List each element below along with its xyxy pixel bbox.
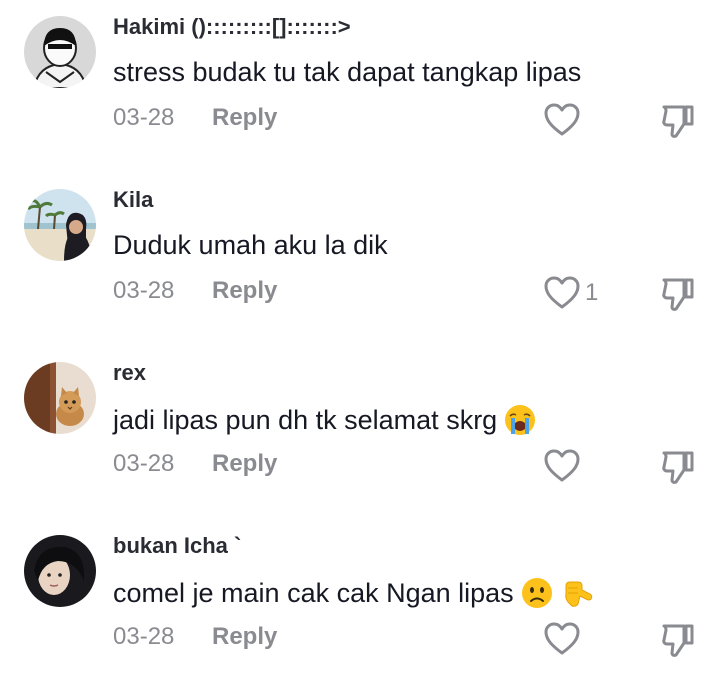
reply-button[interactable]: Reply xyxy=(212,277,277,305)
thumbs-down-icon xyxy=(662,451,694,484)
crying-face-emoji xyxy=(505,405,536,435)
thumbs-down-icon xyxy=(662,624,694,657)
like-button[interactable] xyxy=(543,621,585,657)
like-button[interactable] xyxy=(543,448,585,484)
thumbs-down-icon xyxy=(662,105,694,138)
dislike-button[interactable] xyxy=(660,448,696,491)
comment-text-content: Duduk umah aku la dik xyxy=(113,230,388,260)
comment-date: 03-28 xyxy=(113,104,175,131)
comment-text-content: comel je main cak cak Ngan lipas xyxy=(113,577,514,608)
comment-text: stress budak tu tak dapat tangkap lipas xyxy=(113,57,581,88)
comment-username[interactable]: Kila xyxy=(113,187,153,213)
heart-outline-icon xyxy=(544,449,580,482)
pointing-hand-emoji xyxy=(564,581,592,607)
beach-photo-avatar[interactable] xyxy=(24,189,96,261)
comment-item: rex jadi lipas pun dh tk selamat skrg 03… xyxy=(0,346,720,519)
comment-username[interactable]: Hakimi ():::::::::[]:::::::> xyxy=(113,14,351,40)
reply-button[interactable]: Reply xyxy=(212,623,277,651)
masked-person-avatar[interactable] xyxy=(24,16,96,88)
heart-outline-icon xyxy=(544,103,580,136)
comment-text: comel je main cak cak Ngan lipas xyxy=(113,576,594,610)
comment-item: bukan Icha ` comel je main cak cak Ngan … xyxy=(0,519,720,692)
comment-username[interactable]: bukan Icha ` xyxy=(113,533,241,559)
comment-text-content: jadi lipas pun dh tk selamat skrg xyxy=(113,404,498,435)
comment-text: jadi lipas pun dh tk selamat skrg xyxy=(113,403,537,437)
comment-username[interactable]: rex xyxy=(113,360,146,386)
dislike-button[interactable] xyxy=(660,275,696,318)
heart-outline-icon xyxy=(544,276,580,309)
cat-photo-avatar[interactable] xyxy=(24,362,96,434)
dislike-button[interactable] xyxy=(660,621,696,664)
like-count: 1 xyxy=(585,279,599,306)
comment-date: 03-28 xyxy=(113,450,175,477)
reply-button[interactable]: Reply xyxy=(212,450,277,478)
like-button[interactable] xyxy=(543,102,585,138)
comment-text: Duduk umah aku la dik xyxy=(113,230,388,261)
dislike-button[interactable] xyxy=(660,102,696,145)
thumbs-down-icon xyxy=(662,278,694,311)
comment-item: Hakimi ():::::::::[]:::::::> stress buda… xyxy=(0,0,720,173)
reply-button[interactable]: Reply xyxy=(212,104,277,132)
worried-face-emoji xyxy=(521,578,552,608)
comment-text-content: stress budak tu tak dapat tangkap lipas xyxy=(113,57,582,87)
comment-item: Kila Duduk umah aku la dik 03-28 Reply 1 xyxy=(0,173,720,346)
comment-date: 03-28 xyxy=(113,277,175,304)
like-button[interactable]: 1 xyxy=(543,275,598,311)
heart-outline-icon xyxy=(544,622,580,655)
comment-date: 03-28 xyxy=(113,623,175,650)
person-photo-avatar[interactable] xyxy=(24,535,96,607)
